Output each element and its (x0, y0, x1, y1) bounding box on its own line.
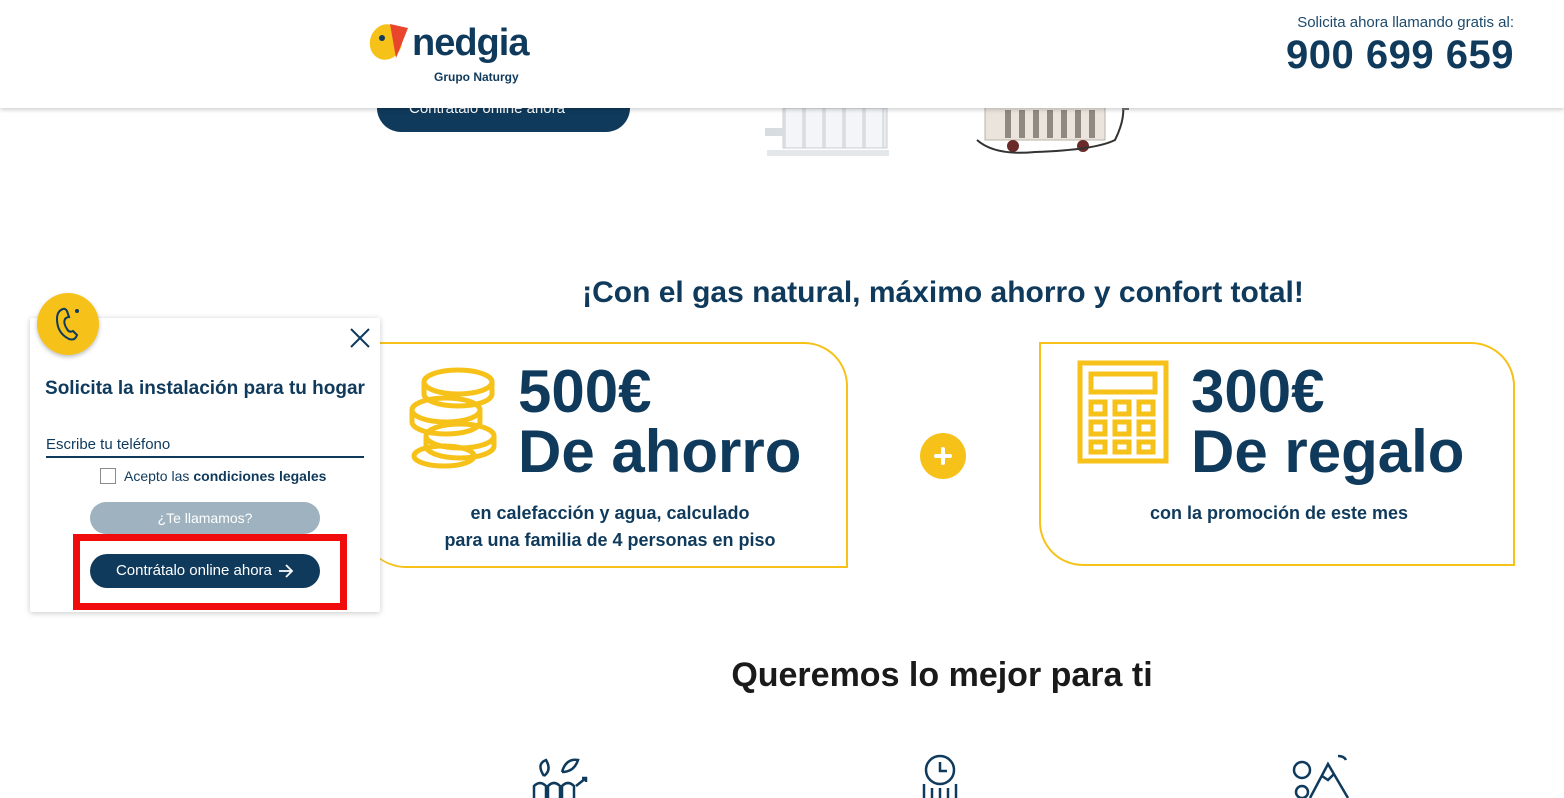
callme-label: ¿Te llamamos? (157, 510, 253, 526)
mountain-icon (1292, 754, 1350, 798)
logo-mark-icon (369, 24, 408, 60)
radiator-image (765, 108, 889, 156)
site-header: nedgia Grupo Naturgy Solicita ahora llam… (0, 0, 1564, 108)
section2-title-text: Queremos lo mejor para ti (731, 656, 1153, 694)
phone-icon[interactable] (37, 293, 99, 355)
gift-caption-line1: con la promoción de este mes (1149, 503, 1409, 523)
savings-caption-line2: para una familia de 4 personas en piso (444, 530, 776, 550)
savings-caption: en calefacción y agua, calculado para un… (402, 500, 818, 554)
phone-handset-icon (55, 307, 79, 341)
legal-checkbox[interactable] (100, 468, 116, 484)
legal-conditions-link[interactable]: condiciones legales (193, 468, 326, 484)
gift-card: 300€ De regalo con la promoción de este … (1039, 342, 1515, 566)
nedgia-logo[interactable]: nedgia Grupo Naturgy (368, 16, 529, 86)
arrow-right-icon (279, 564, 294, 578)
savings-card: 500€ De ahorro en calefacción y agua, ca… (362, 342, 848, 568)
main-heading-text: ¡Con el gas natural, máximo ahorro y con… (582, 276, 1304, 309)
callback-popup: Solicita la instalación para tu hogar Ac… (30, 318, 380, 612)
popup-title: Solicita la instalación para tu hogar (45, 378, 365, 399)
contract-online-button[interactable]: Contrátalo online ahora (90, 554, 320, 588)
close-icon[interactable] (348, 326, 372, 350)
plants-icon (532, 758, 588, 798)
oil-heater-image (976, 100, 1129, 154)
savings-headline: De ahorro (518, 418, 802, 485)
call-block: Solicita ahora llamando gratis al: 900 6… (1286, 14, 1514, 78)
calculator-icon (1077, 360, 1169, 464)
savings-caption-line1: en calefacción y agua, calculado (470, 503, 750, 523)
contract-online-label: Contrátalo online ahora (115, 562, 272, 579)
gift-headline: De regalo (1191, 418, 1465, 485)
main-heading: ¡Con el gas natural, máximo ahorro y con… (0, 276, 1564, 310)
clock-icon (922, 754, 958, 798)
logo-subtitle: Grupo Naturgy (434, 70, 519, 84)
plus-icon (920, 433, 966, 479)
phone-input[interactable] (46, 432, 364, 458)
coins-icon (409, 367, 497, 469)
legal-row: Acepto las condiciones legales (100, 468, 326, 484)
gift-caption: con la promoción de este mes (1061, 500, 1497, 527)
callme-button[interactable]: ¿Te llamamos? (90, 502, 320, 534)
gift-amount: 300€ (1191, 358, 1325, 425)
section2-title: Queremos lo mejor para ti (0, 656, 1564, 695)
call-label: Solicita ahora llamando gratis al: (1297, 14, 1514, 31)
call-number[interactable]: 900 699 659 (1286, 33, 1514, 78)
legal-prefix: Acepto las (124, 468, 190, 484)
savings-amount: 500€ (518, 358, 652, 425)
logo-text: nedgia (412, 22, 529, 64)
